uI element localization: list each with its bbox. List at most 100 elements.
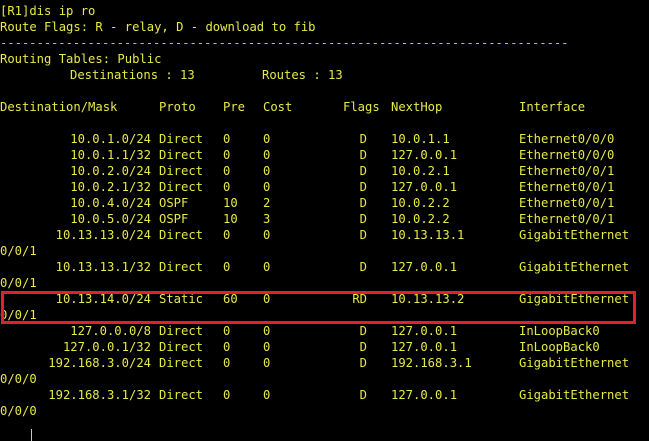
route-preference: 10 [223,212,238,226]
route-flags: D [359,180,367,194]
route-flags: D [359,196,367,210]
header-flags: Flags [343,100,380,114]
route-preference: 0 [223,148,231,162]
route-cost: 0 [263,324,271,338]
route-destination: 10.13.13.0/24 [55,228,151,242]
route-proto: Direct [159,324,204,338]
route-nexthop: 127.0.0.1 [391,324,458,338]
header-nexthop: NextHop [391,100,443,114]
route-proto: OSPF [159,212,189,226]
summary-line: Destinations : 13 Routes : 13 [0,67,649,83]
route-preference: 0 [223,388,231,402]
table-row: 192.168.3.0/24 Direct 0 0 D 192.168.3.1 Gigabi… [0,355,649,371]
route-proto: OSPF [159,196,189,210]
route-proto: Direct [159,228,204,242]
route-destination: 127.0.0.0/8 [70,324,151,338]
route-interface: GigabitEthernet [519,388,630,402]
route-interface-wrap: 0/0/1 [0,244,37,258]
route-preference: 0 [223,340,231,354]
route-flags: D [359,260,367,274]
table-row: 10.0.2.1/32 Direct 0 0 D 127.0.0.1 Ethernet0/0… [0,179,649,195]
route-proto: Direct [159,340,204,354]
route-interface: GigabitEthernet [519,260,630,274]
route-interface: GigabitEthernet [519,228,630,242]
route-flags: D [359,164,367,178]
route-destination: 127.0.0.1/32 [62,340,151,354]
route-flags-legend: Route Flags: R - relay, D - download to … [0,20,316,34]
route-preference: 0 [223,228,231,242]
route-flags: D [359,228,367,242]
route-nexthop: 127.0.0.1 [391,388,458,402]
table-row: 10.0.1.0/24 Direct 0 0 D 10.0.1.1 Ethernet0/0/… [0,131,649,147]
route-interface: InLoopBack0 [519,324,600,338]
route-flags: D [359,340,367,354]
route-interface: Ethernet0/0/0 [519,132,615,146]
route-nexthop: 10.0.2.2 [391,212,450,226]
table-row: 127.0.0.0/8 Direct 0 0 D 127.0.0.1 InLoopBack0 [0,323,649,339]
route-destination: 192.168.3.1/32 [48,388,151,402]
route-preference: 0 [223,260,231,274]
route-cost: 0 [263,260,271,274]
route-cost: 0 [263,164,271,178]
route-preference: 0 [223,180,231,194]
route-flags: D [359,324,367,338]
route-cost: 0 [263,132,271,146]
route-destination: 10.0.2.0/24 [70,164,151,178]
route-destination: 10.0.5.0/24 [70,212,151,226]
route-interface-wrap: 0/0/0 [0,404,37,418]
route-cost: 0 [263,228,271,242]
route-proto: Direct [159,132,204,146]
route-cost: 0 [263,148,271,162]
separator-line: ----------------------------------------… [0,36,569,50]
destinations-count: Destinations : 13 [70,68,195,82]
table-row: 127.0.0.1/32 Direct 0 0 D 127.0.0.1 InLoopBack… [0,339,649,355]
command-line: [R1]dis ip ro [0,4,96,18]
route-flags: D [359,148,367,162]
route-cost: 2 [263,196,271,210]
route-cost: 0 [263,356,271,370]
table-row: 10.0.1.1/32 Direct 0 0 D 127.0.0.1 Ethernet0/0… [0,147,649,163]
route-preference: 0 [223,132,231,146]
table-row: 10.0.2.0/24 Direct 0 0 D 10.0.2.1 Ethernet0/0/… [0,163,649,179]
table-row: 10.0.4.0/24 OSPF 10 2 D 10.0.2.2 Ethernet0/0/1 [0,195,649,211]
route-proto: Direct [159,180,204,194]
table-row: 10.13.13.1/32 Direct 0 0 D 127.0.0.1 GigabitEt… [0,259,649,275]
route-nexthop: 10.0.2.2 [391,196,450,210]
route-cost: 0 [263,180,271,194]
route-flags: D [359,212,367,226]
route-nexthop: 127.0.0.1 [391,340,458,354]
route-destination: 10.0.1.1/32 [70,148,151,162]
route-proto: Direct [159,164,204,178]
route-flags: D [359,132,367,146]
table-header: Destination/Mask Proto Pre Cost Flags Ne… [0,99,649,115]
route-destination: 192.168.3.0/24 [48,356,151,370]
route-preference: 0 [223,164,231,178]
route-interface-wrap: 0/0/1 [0,276,37,290]
route-destination: 10.13.13.1/32 [55,260,151,274]
route-preference: 0 [223,356,231,370]
route-interface: Ethernet0/0/0 [519,148,615,162]
route-nexthop: 10.0.2.1 [391,164,450,178]
route-interface-wrap: 0/0/0 [0,372,37,386]
route-preference: 10 [223,196,238,210]
route-proto: Direct [159,260,204,274]
route-cost: 0 [263,340,271,354]
table-row: 192.168.3.1/32 Direct 0 0 D 127.0.0.1 GigabitE… [0,387,649,403]
route-interface: Ethernet0/0/1 [519,164,615,178]
route-destination: 10.0.4.0/24 [70,196,151,210]
route-nexthop: 127.0.0.1 [391,260,458,274]
route-interface: Ethernet0/0/1 [519,196,615,210]
route-nexthop: 10.0.1.1 [391,132,450,146]
route-nexthop: 127.0.0.1 [391,180,458,194]
header-cost: Cost [263,100,293,114]
route-interface: GigabitEthernet [519,356,630,370]
route-cost: 0 [263,388,271,402]
table-row: 10.0.5.0/24 OSPF 10 3 D 10.0.2.2 Ethernet0/0/1 [0,211,649,227]
route-proto: Direct [159,148,204,162]
header-interface: Interface [519,100,586,114]
terminal-window[interactable]: [R1]dis ip ro Route Flags: R - relay, D … [0,3,649,441]
route-interface: Ethernet0/0/1 [519,212,615,226]
route-flags: D [359,356,367,370]
route-nexthop: 192.168.3.1 [391,356,472,370]
route-proto: Direct [159,356,204,370]
